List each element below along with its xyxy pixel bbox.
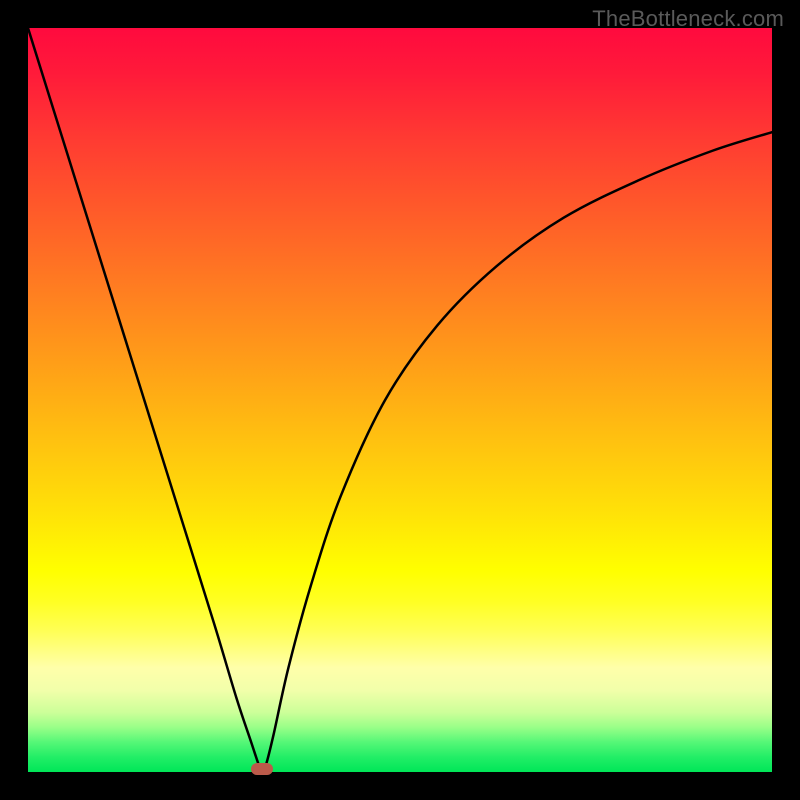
bottleneck-curve xyxy=(28,28,772,772)
chart-plot-area xyxy=(28,28,772,772)
watermark-text: TheBottleneck.com xyxy=(592,6,784,32)
minimum-marker xyxy=(251,763,273,775)
